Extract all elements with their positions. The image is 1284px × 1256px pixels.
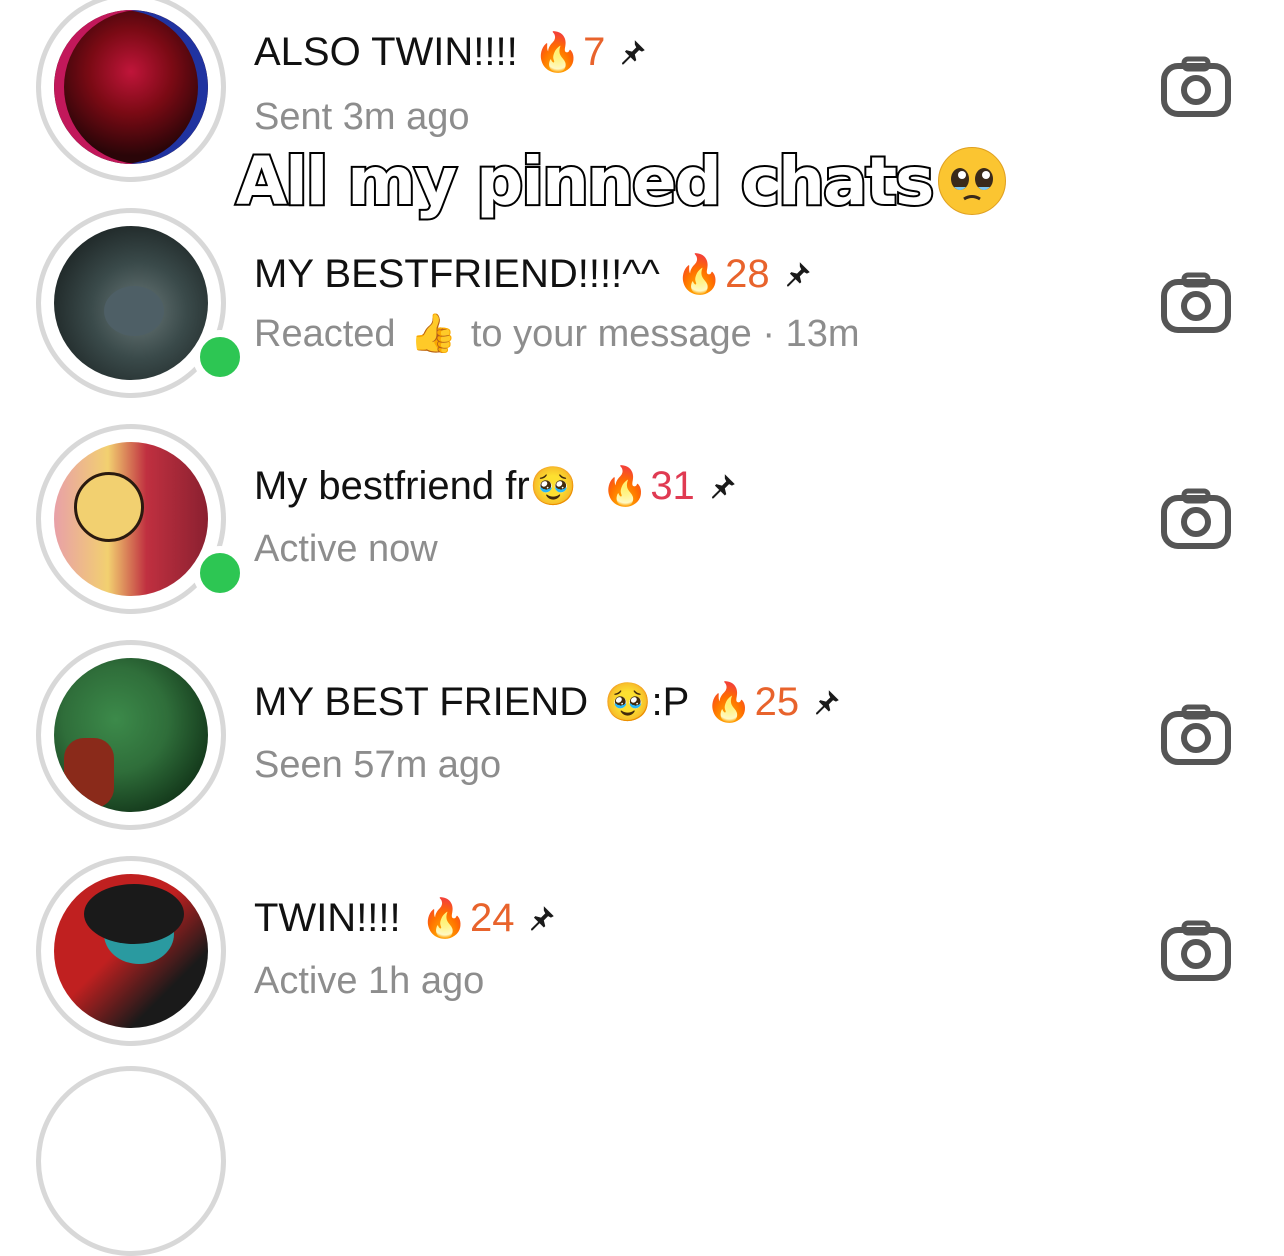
chat-row[interactable]: MY BEST FRIEND 🥹 :P 🔥 25 Seen 57m ago xyxy=(0,640,1284,856)
streak-count: 25 xyxy=(754,680,800,724)
avatar-ring xyxy=(36,424,247,614)
camera-icon[interactable] xyxy=(1160,488,1232,550)
chat-subtitle: Active now xyxy=(254,528,438,570)
camera-icon[interactable] xyxy=(1160,272,1232,334)
chat-name-line: MY BESTFRIEND!!!!^^ 🔥 28 xyxy=(254,252,814,297)
pin-icon xyxy=(531,905,555,930)
chat-name-suffix: :P xyxy=(651,680,690,724)
fire-icon: 🔥 xyxy=(533,31,582,74)
streak: 🔥 25 xyxy=(705,680,799,725)
avatar[interactable] xyxy=(54,442,208,596)
chat-name: ALSO TWIN!!!! xyxy=(254,30,518,74)
chat-row[interactable]: MY BESTFRIEND!!!!^^ 🔥 28 Reacted 👍 to yo… xyxy=(0,208,1284,424)
chat-name-line: MY BEST FRIEND 🥹 :P 🔥 25 xyxy=(254,680,843,725)
camera-icon[interactable] xyxy=(1160,56,1232,118)
streak-count: 24 xyxy=(469,896,515,940)
pin-icon xyxy=(711,473,735,498)
pin-icon xyxy=(786,261,810,286)
pleading-face-icon: 🥹 xyxy=(604,681,652,724)
avatar[interactable] xyxy=(54,658,208,812)
chat-subtitle: Sent 3m ago xyxy=(254,96,470,138)
avatar-ring xyxy=(36,208,247,398)
avatar[interactable] xyxy=(54,226,208,380)
chat-name: TWIN!!!! xyxy=(254,896,401,940)
fire-icon: 🔥 xyxy=(600,465,649,508)
camera-icon[interactable] xyxy=(1160,920,1232,982)
streak-count: 7 xyxy=(583,30,606,74)
avatar[interactable] xyxy=(54,874,208,1028)
fire-icon: 🔥 xyxy=(675,253,724,296)
chat-name-line: TWIN!!!! 🔥 24 xyxy=(254,896,558,941)
chat-subtitle: Active 1h ago xyxy=(254,960,485,1002)
online-indicator xyxy=(193,546,247,600)
avatar-ring xyxy=(36,0,226,182)
pin-icon xyxy=(816,689,839,714)
chat-name: MY BEST FRIEND xyxy=(254,680,589,724)
streak: 🔥 28 xyxy=(676,252,770,297)
fire-icon: 🔥 xyxy=(705,681,753,724)
pin-icon xyxy=(622,39,646,64)
chat-subtitle: Reacted 👍 to your message · 13m xyxy=(254,312,860,356)
streak: 🔥 24 xyxy=(421,896,515,941)
chat-row[interactable]: My bestfriend fr 🥹 🔥 31 Active now xyxy=(0,424,1284,640)
online-indicator xyxy=(193,330,247,384)
chat-name-line: ALSO TWIN!!!! 🔥 7 xyxy=(254,30,649,75)
avatar-ring xyxy=(36,856,226,1046)
avatar[interactable] xyxy=(54,10,208,164)
chat-row[interactable]: TWIN!!!! 🔥 24 Active 1h ago xyxy=(0,856,1284,1072)
chat-subtitle: Seen 57m ago xyxy=(254,744,502,786)
streak: 🔥 7 xyxy=(534,30,606,75)
pleading-face-icon: 🥹 xyxy=(529,465,577,508)
pleading-face-icon xyxy=(938,147,1007,215)
chat-name: MY BESTFRIEND!!!!^^ xyxy=(254,252,660,296)
avatar-ring xyxy=(36,1066,226,1256)
streak: 🔥 31 xyxy=(601,464,695,509)
camera-icon[interactable] xyxy=(1160,704,1232,766)
thumbs-up-icon: 👍 xyxy=(409,313,457,355)
fire-icon: 🔥 xyxy=(420,897,468,940)
avatar-ring xyxy=(36,640,226,830)
chat-name: My bestfriend fr xyxy=(254,464,530,508)
streak-count: 28 xyxy=(725,252,770,296)
streak-count: 31 xyxy=(650,464,695,508)
chat-name-line: My bestfriend fr 🥹 🔥 31 xyxy=(254,464,739,509)
